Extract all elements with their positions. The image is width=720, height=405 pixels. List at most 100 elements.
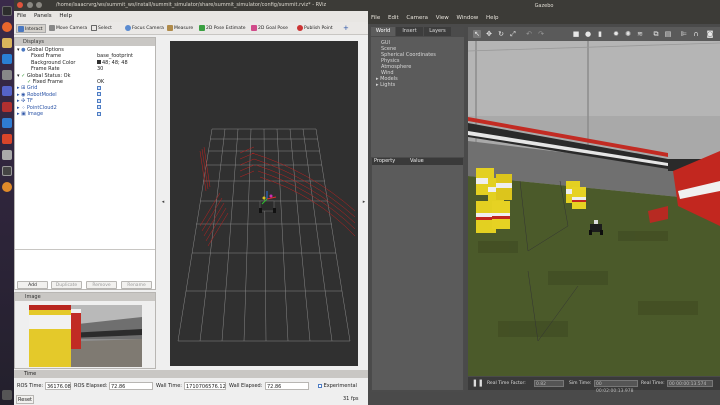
remove-display-button[interactable]: Remove	[86, 281, 117, 289]
gazebo-icon[interactable]	[2, 182, 12, 192]
box-shape-icon[interactable]: ■	[572, 30, 580, 38]
gazebo-toolbar: ↖ ✥ ↻ ⤢ ↶ ↷ ■ ● ▮ ✹ ✺ ≋ ⧉ ▤ ⊫ ∩ ◙	[468, 27, 720, 41]
files-icon[interactable]	[2, 38, 12, 48]
rviz-icon[interactable]	[2, 166, 12, 176]
copy-icon[interactable]: ⧉	[652, 30, 660, 38]
menu-file[interactable]: File	[14, 11, 29, 22]
gz-menu-window[interactable]: Window	[454, 12, 482, 24]
point-light-icon[interactable]: ✹	[612, 30, 620, 38]
collapse-left-arrow-icon[interactable]: ◂	[159, 198, 167, 206]
tab-world[interactable]: World	[371, 27, 395, 36]
gz-menu-camera[interactable]: Camera	[403, 12, 431, 24]
property-header: Property Value	[372, 158, 463, 165]
launcher-dock	[0, 0, 14, 405]
maximize-icon[interactable]	[36, 2, 43, 8]
rename-display-button[interactable]: Rename	[121, 281, 152, 289]
pointcloud2-checkbox[interactable]	[97, 105, 101, 110]
code-icon[interactable]	[2, 118, 12, 128]
undo-icon[interactable]: ↶	[525, 30, 533, 38]
wall-time-field[interactable]: 1710706576.12	[184, 382, 226, 390]
redo-icon[interactable]: ↷	[537, 30, 545, 38]
gz-menu-view[interactable]: View	[433, 12, 452, 24]
rviz-menubar: File Panels Help	[14, 11, 368, 22]
gazebo-3d-view[interactable]	[468, 41, 720, 376]
time-panel: ROS Time: 36176.08 ROS Elapsed: 72.86 Wa…	[14, 380, 368, 392]
select-mode-icon[interactable]: ↖	[473, 30, 481, 38]
snap-icon[interactable]: ∩	[692, 30, 700, 38]
menu-help[interactable]: Help	[56, 11, 75, 22]
frame-rate-value[interactable]: 30	[97, 66, 103, 72]
publish-point-tool[interactable]: Publish Point	[296, 24, 335, 33]
tree-lights[interactable]: ▸ Lights	[376, 82, 395, 88]
move-camera-tool[interactable]: Move Camera	[48, 24, 89, 33]
disk-icon[interactable]	[2, 150, 12, 160]
select-icon	[91, 24, 97, 31]
browser-icon[interactable]	[2, 22, 12, 32]
sim-time-label: Sim Time:	[569, 381, 592, 386]
measure-tool[interactable]: Measure	[166, 24, 195, 33]
app-icon[interactable]	[2, 102, 12, 112]
experimental-checkbox[interactable]: Experimental	[318, 380, 357, 392]
image-checkbox[interactable]	[97, 111, 101, 116]
move-icon	[49, 24, 55, 31]
gz-menu-help[interactable]: Help	[483, 12, 502, 24]
tab-insert[interactable]: Insert	[396, 27, 423, 36]
camera-image	[29, 305, 142, 367]
pose-estimate-tool[interactable]: 2D Pose Estimate	[198, 24, 248, 33]
rviz-3d-viewport[interactable]	[170, 41, 358, 366]
focus-camera-tool[interactable]: Focus Camera	[124, 24, 166, 33]
gazebo-window: Gazebo File Edit Camera View Window Help…	[368, 0, 720, 405]
spot-light-icon[interactable]: ✺	[624, 30, 632, 38]
goal-pose-tool[interactable]: 2D Goal Pose	[250, 24, 290, 33]
displays-header: Displays	[15, 38, 155, 46]
gz-menu-file[interactable]: File	[368, 12, 383, 24]
add-tool-button[interactable]: +	[342, 24, 351, 33]
tab-layers[interactable]: Layers	[424, 27, 451, 36]
minimize-icon[interactable]	[26, 2, 33, 8]
align-icon[interactable]: ⊫	[680, 30, 688, 38]
duplicate-display-button[interactable]: Duplicate	[51, 281, 82, 289]
rotate-mode-icon[interactable]: ↻	[497, 30, 505, 38]
sphere-shape-icon[interactable]: ●	[584, 30, 592, 38]
screenshot-icon[interactable]: ◙	[706, 30, 714, 38]
pause-icon[interactable]: ❚❚	[472, 377, 484, 390]
store-icon[interactable]	[2, 134, 12, 144]
settings-icon[interactable]	[2, 70, 12, 80]
tf-checkbox[interactable]	[97, 98, 101, 103]
experimental-box	[318, 383, 322, 388]
paste-icon[interactable]: ▤	[664, 30, 672, 38]
scale-mode-icon[interactable]: ⤢	[509, 30, 517, 38]
rtf-field: 0.82	[534, 380, 564, 387]
rviz-window: /home/isaacrvrg/ws/summit_ws/install/sum…	[14, 0, 368, 405]
collapse-right-arrow-icon[interactable]: ▸	[360, 198, 368, 206]
gz-menu-edit[interactable]: Edit	[385, 12, 402, 24]
apps-grid-icon[interactable]	[2, 390, 12, 400]
focus-icon	[125, 24, 131, 31]
directional-light-icon[interactable]: ≋	[636, 30, 644, 38]
ros-time-field[interactable]: 36176.08	[45, 382, 71, 390]
interact-tool[interactable]: Interact	[16, 24, 46, 33]
real-time-label: Real Time:	[641, 381, 665, 386]
fps-readout: 31 fps	[343, 396, 359, 402]
select-tool[interactable]: Select	[90, 24, 114, 33]
terminal-icon[interactable]	[2, 6, 12, 16]
close-icon[interactable]	[17, 2, 23, 8]
translate-mode-icon[interactable]: ✥	[485, 30, 493, 38]
pointcloud-icon: ⁘	[21, 104, 26, 111]
image-panel: Image	[14, 292, 156, 369]
ros-elapsed-field[interactable]: 72.86	[109, 382, 153, 390]
chat-icon[interactable]	[2, 86, 12, 96]
editor-icon[interactable]	[2, 54, 12, 64]
wall-elapsed-field[interactable]: 72.86	[265, 382, 309, 390]
grid-checkbox[interactable]	[97, 85, 101, 90]
cylinder-shape-icon[interactable]: ▮	[596, 30, 604, 38]
menu-panels[interactable]: Panels	[31, 11, 55, 22]
rviz-title-bar: /home/isaacrvrg/ws/summit_ws/install/sum…	[14, 0, 368, 11]
status-ok-icon: ✓	[21, 72, 26, 79]
gazebo-scene	[468, 41, 720, 376]
robotmodel-checkbox[interactable]	[97, 92, 101, 97]
gazebo-status-bar: ❚❚ Real Time Factor: 0.82 Sim Time: 00 0…	[468, 377, 720, 394]
reset-button[interactable]: Reset	[16, 395, 34, 404]
display-image[interactable]: ▸ ▣ Image	[17, 111, 43, 117]
add-display-button[interactable]: Add	[17, 281, 48, 289]
